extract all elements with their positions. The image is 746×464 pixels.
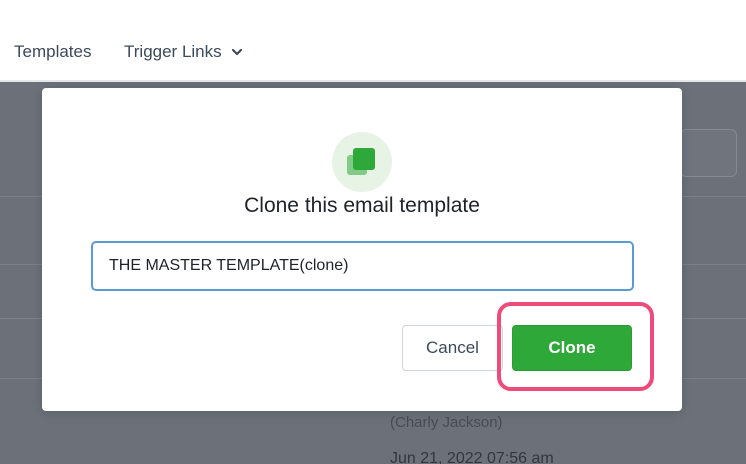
bg-search-box [680, 129, 737, 177]
nav-trigger-links[interactable]: Trigger Links [124, 42, 244, 62]
cancel-button[interactable]: Cancel [402, 325, 503, 371]
clone-icon [347, 148, 375, 175]
clone-icon-badge [332, 132, 392, 192]
nav-trigger-links-label: Trigger Links [124, 42, 222, 61]
top-navigation: Templates Trigger Links [0, 0, 746, 82]
bg-date-text: Jun 21, 2022 07:56 am [390, 450, 554, 464]
clone-button[interactable]: Clone [512, 325, 632, 371]
clone-template-modal: Clone this email template Cancel Clone [42, 88, 682, 411]
chevron-down-icon [231, 48, 242, 56]
nav-templates[interactable]: Templates [14, 42, 91, 62]
nav-templates-label: Templates [14, 42, 92, 61]
template-name-input[interactable] [91, 241, 634, 291]
modal-title: Clone this email template [244, 194, 480, 217]
bg-author-text: (Charly Jackson) [390, 414, 503, 431]
